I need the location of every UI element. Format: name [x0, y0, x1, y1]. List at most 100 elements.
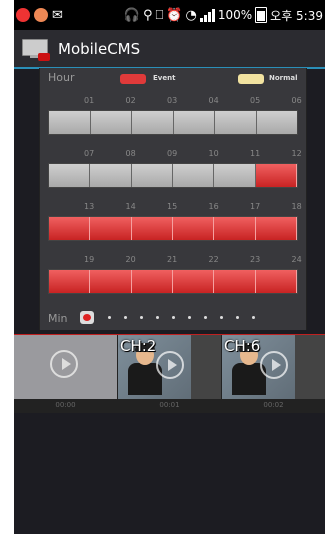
- hour-number: 18: [291, 202, 302, 211]
- hour-label: Hour: [48, 71, 75, 84]
- signal-icon: [199, 8, 215, 22]
- alarm-icon: ⏰: [166, 7, 183, 23]
- hour-cell-03[interactable]: [132, 111, 174, 134]
- hour-cell-12[interactable]: [255, 164, 297, 187]
- hour-cell-06[interactable]: [256, 111, 297, 134]
- app-notification-icon: [34, 8, 48, 22]
- hour-cell-07[interactable]: [49, 164, 91, 187]
- normal-swatch: [238, 74, 264, 84]
- channel-thumbnail[interactable]: [14, 335, 117, 399]
- minute-dot[interactable]: [140, 316, 143, 319]
- hour-number: 08: [125, 149, 136, 158]
- empty-area: [14, 413, 325, 534]
- hour-cell-18[interactable]: [255, 217, 297, 240]
- normal-label: Normal: [269, 74, 298, 82]
- hour-number: 12: [291, 149, 302, 158]
- hour-row: 19 20 21 22 23 24: [48, 255, 302, 299]
- hour-number: 11: [250, 149, 261, 158]
- clock: 오후 5:39: [270, 8, 323, 23]
- minute-dot[interactable]: [124, 316, 127, 319]
- hour-row: 07 08 09 10 11 12: [48, 149, 302, 193]
- channel-label: CH:2: [120, 337, 157, 355]
- legend: Hour Event Normal: [40, 68, 306, 90]
- minute-dot[interactable]: [252, 316, 255, 319]
- hour-cell-09[interactable]: [131, 164, 173, 187]
- minute-dot[interactable]: [236, 316, 239, 319]
- minute-dot[interactable]: [204, 316, 207, 319]
- hour-number: 24: [291, 255, 302, 264]
- hour-cell-05[interactable]: [215, 111, 257, 134]
- hour-cell-20[interactable]: [90, 270, 132, 293]
- hour-cell-11[interactable]: [214, 164, 256, 187]
- device-screen: ✉ 🎧 ⚲ ⎕ ⏰ ◔ 100% 오후 5:39 MobileCMS Hour …: [14, 0, 325, 534]
- hour-number: 09: [167, 149, 178, 158]
- event-label: Event: [153, 74, 176, 82]
- minute-active-button[interactable]: [80, 311, 94, 324]
- hour-numbers: 01 02 03 04 05 06: [48, 96, 302, 110]
- location-icon: ⚲: [142, 7, 153, 23]
- hour-number: 10: [208, 149, 219, 158]
- hour-number: 23: [250, 255, 261, 264]
- hour-number: 22: [208, 255, 219, 264]
- headset-icon: 🎧: [123, 7, 140, 23]
- play-icon[interactable]: [156, 351, 184, 379]
- hour-cell-10[interactable]: [172, 164, 215, 187]
- hour-number: 07: [84, 149, 95, 158]
- hour-number: 06: [291, 96, 302, 105]
- minute-dot[interactable]: [156, 316, 159, 319]
- hour-cell-21[interactable]: [131, 270, 173, 293]
- hour-cell-22[interactable]: [172, 270, 215, 293]
- channel-label: CH:6: [224, 337, 261, 355]
- hour-cell-13[interactable]: [49, 217, 91, 240]
- play-icon[interactable]: [50, 350, 78, 378]
- hour-numbers: 19 20 21 22 23 24: [48, 255, 302, 269]
- minute-dot[interactable]: [108, 316, 111, 319]
- hour-cell-24[interactable]: [255, 270, 297, 293]
- hour-number: 20: [125, 255, 136, 264]
- hour-numbers: 13 14 15 16 17 18: [48, 202, 302, 216]
- vibrate-icon: ⎕: [155, 7, 164, 23]
- hour-number: 02: [125, 96, 136, 105]
- hour-cell-15[interactable]: [131, 217, 173, 240]
- thumbnail-time: 00:00: [55, 401, 76, 409]
- hour-number: 19: [84, 255, 95, 264]
- minute-selector: Min: [40, 307, 306, 329]
- app-title: MobileCMS: [58, 39, 141, 58]
- minute-dot[interactable]: [172, 316, 175, 319]
- minute-dot[interactable]: [188, 316, 191, 319]
- battery-icon: [255, 7, 268, 23]
- hour-selector-panel: Hour Event Normal 01 02 03 04 05 06 07 08 09 10 11…: [39, 68, 307, 330]
- hour-cell-04[interactable]: [173, 111, 215, 134]
- thumbnail-time: 00:02: [263, 401, 284, 409]
- channel-thumbnail[interactable]: CH:6: [222, 335, 325, 399]
- thumbnail-time: 00:01: [159, 401, 180, 409]
- hour-number: 21: [167, 255, 178, 264]
- hour-cells: [48, 269, 298, 294]
- hour-cell-17[interactable]: [214, 217, 256, 240]
- hour-cells: [48, 216, 298, 241]
- hour-cell-14[interactable]: [90, 217, 132, 240]
- hour-number: 13: [84, 202, 95, 211]
- minute-dot[interactable]: [220, 316, 223, 319]
- channel-thumbnail[interactable]: CH:2: [118, 335, 221, 399]
- play-icon[interactable]: [260, 351, 288, 379]
- email-icon: ✉: [52, 7, 63, 23]
- hour-cell-02[interactable]: [90, 111, 132, 134]
- hour-cells: [48, 163, 298, 188]
- hour-row: 13 14 15 16 17 18: [48, 202, 302, 246]
- hour-cell-16[interactable]: [172, 217, 215, 240]
- hour-cell-08[interactable]: [90, 164, 132, 187]
- hour-number: 01: [84, 96, 95, 105]
- hour-row: 01 02 03 04 05 06: [48, 96, 302, 140]
- hour-cell-01[interactable]: [49, 111, 91, 134]
- battery-percent: 100%: [217, 8, 253, 22]
- hour-number: 03: [167, 96, 178, 105]
- hour-number: 17: [250, 202, 261, 211]
- notification-icon: [16, 8, 30, 22]
- hour-cell-23[interactable]: [214, 270, 256, 293]
- channel-thumbnail-strip: 00:00 CH:2 00:01 CH:6 00:02: [14, 334, 325, 414]
- hour-cells: [48, 110, 298, 135]
- hour-cell-19[interactable]: [49, 270, 91, 293]
- wifi-icon: ◔: [185, 7, 197, 23]
- event-swatch: [120, 74, 146, 84]
